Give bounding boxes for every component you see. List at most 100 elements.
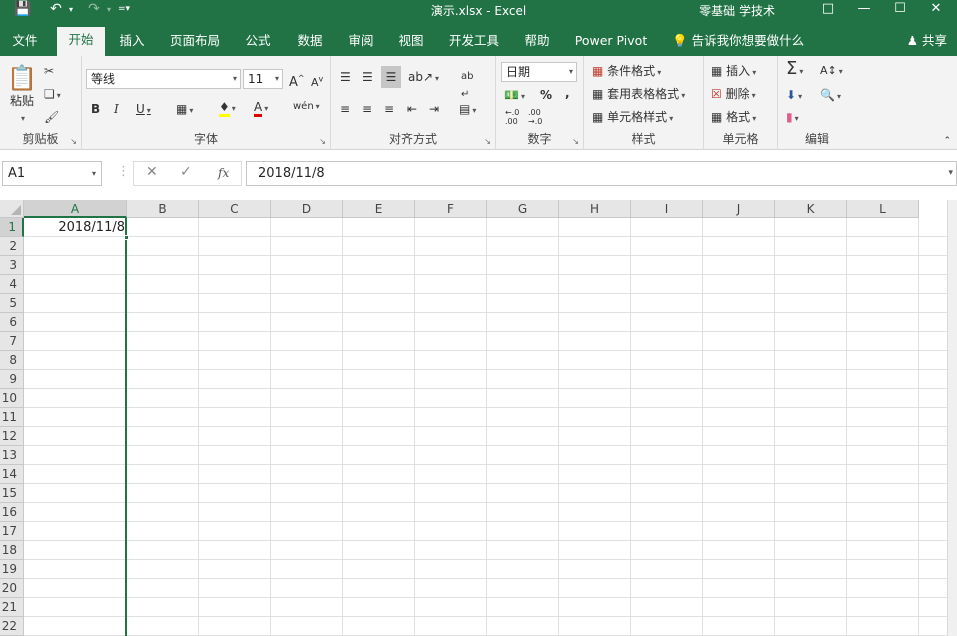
increase-indent-button[interactable]: ⇥ [429,100,439,118]
formula-input[interactable]: 2018/11/8 ▾ [246,161,957,186]
autosum-button[interactable]: Σ ▾ [786,60,803,81]
column-header-l[interactable]: L [847,200,919,218]
comma-style-button[interactable]: , [565,84,570,102]
row-header-18[interactable]: 18 [0,541,24,560]
fill-color-button[interactable]: ♦ ▾ [219,98,236,118]
tab-home[interactable]: 开始 [57,27,105,56]
name-box[interactable]: A1 ▾ [2,161,102,186]
row-header-6[interactable]: 6 [0,313,24,332]
column-header-e[interactable]: E [343,200,415,218]
user-name[interactable]: 零基础 学技术 [699,2,775,19]
row-header-15[interactable]: 15 [0,484,24,503]
format-painter-button[interactable]: 🖌 [44,108,59,126]
percent-style-button[interactable]: % [540,86,552,104]
clear-button[interactable]: ▮ ▾ [786,108,799,128]
column-header-k[interactable]: K [775,200,847,218]
dialog-launcher-icon[interactable]: ↘ [572,137,579,146]
row-header-22[interactable]: 22 [0,617,24,636]
row-header-21[interactable]: 21 [0,598,24,617]
tab-help[interactable]: 帮助 [516,28,558,56]
column-header-d[interactable]: D [271,200,343,218]
column-header-f[interactable]: F [415,200,487,218]
row-header-17[interactable]: 17 [0,522,24,541]
cell-styles-button[interactable]: ▦ 单元格样式 ▾ [592,108,673,128]
row-header-9[interactable]: 9 [0,370,24,389]
column-header-a[interactable]: A [24,200,127,218]
insert-function-icon[interactable]: fx [218,166,229,180]
row-header-5[interactable]: 5 [0,294,24,313]
font-name-combo[interactable]: 等线 ▾ [86,69,241,89]
row-header-4[interactable]: 4 [0,275,24,294]
font-size-combo[interactable]: 11 ▾ [243,69,283,89]
increase-decimal-button[interactable]: ←.0.00 [505,108,519,126]
column-header-g[interactable]: G [487,200,559,218]
row-header-3[interactable]: 3 [0,256,24,275]
cancel-icon[interactable]: ✕ [146,164,158,180]
maximize-icon[interactable]: ☐ [883,0,917,19]
format-cells-button[interactable]: ▦ 格式 ▾ [711,108,756,128]
increase-font-size-button[interactable]: A^ [289,70,305,92]
tab-view[interactable]: 视图 [390,28,432,56]
conditional-formatting-button[interactable]: ▦ 条件格式 ▾ [592,62,661,82]
underline-button[interactable]: U ▾ [136,100,151,120]
row-header-1[interactable]: 1 [0,218,24,237]
tab-data[interactable]: 数据 [289,28,331,56]
row-header-11[interactable]: 11 [0,408,24,427]
enter-icon[interactable]: ✓ [180,164,192,180]
vertical-scrollbar[interactable] [947,200,957,636]
tab-formulas[interactable]: 公式 [237,28,279,56]
dialog-launcher-icon[interactable]: ↘ [319,137,326,146]
delete-cells-button[interactable]: ☒ 删除 ▾ [711,85,756,105]
row-header-13[interactable]: 13 [0,446,24,465]
close-icon[interactable]: ✕ [919,0,953,19]
decrease-font-size-button[interactable]: Av [311,70,323,92]
tab-review[interactable]: 审阅 [340,28,382,56]
share-button[interactable]: ♟ 共享 [907,28,947,54]
font-color-button[interactable]: A ▾ [254,98,268,118]
align-bottom-button[interactable]: ☰ [381,66,401,88]
row-header-2[interactable]: 2 [0,237,24,256]
fill-button[interactable]: ⬇ ▾ [786,86,802,106]
wrap-text-button[interactable]: ab ↵ [461,68,473,104]
decrease-decimal-button[interactable]: .00 →.0 [528,108,542,126]
paste-button[interactable]: 📋 粘贴 ▾ [6,64,38,128]
dialog-launcher-icon[interactable]: ↘ [484,137,491,146]
align-right-button[interactable]: ≡ [384,100,394,118]
row-header-14[interactable]: 14 [0,465,24,484]
insert-cells-button[interactable]: ▦ 插入 ▾ [711,62,756,82]
align-left-button[interactable]: ≡ [340,100,350,118]
borders-button[interactable]: ▦ ▾ [176,100,193,120]
accounting-format-button[interactable]: 💵 ▾ [504,86,525,106]
tab-power-pivot[interactable]: Power Pivot [570,28,652,56]
italic-button[interactable]: I [114,100,119,118]
orientation-button[interactable]: ab↗ ▾ [408,68,439,88]
column-header-c[interactable]: C [199,200,271,218]
tab-developer[interactable]: 开发工具 [444,28,504,56]
row-header-20[interactable]: 20 [0,579,24,598]
row-header-8[interactable]: 8 [0,351,24,370]
row-header-12[interactable]: 12 [0,427,24,446]
decrease-indent-button[interactable]: ⇤ [407,100,417,118]
tab-insert[interactable]: 插入 [111,28,153,56]
align-top-button[interactable]: ☰ [340,68,351,86]
number-format-combo[interactable]: 日期 ▾ [501,62,577,82]
expand-formula-bar-icon[interactable]: ▾ [948,162,953,185]
dialog-launcher-icon[interactable]: ↘ [70,137,77,146]
column-header-j[interactable]: J [703,200,775,218]
row-header-7[interactable]: 7 [0,332,24,351]
merge-center-button[interactable]: ▤ ▾ [459,100,476,120]
sort-filter-button[interactable]: A↕ ▾ [820,62,843,81]
align-center-button[interactable]: ≡ [362,100,372,118]
fill-handle[interactable] [124,235,129,240]
formula-bar-grip[interactable]: ⋮ [117,164,130,179]
row-header-16[interactable]: 16 [0,503,24,522]
collapse-ribbon-icon[interactable]: ⌃ [943,132,951,150]
align-middle-button[interactable]: ☰ [362,68,373,86]
row-header-19[interactable]: 19 [0,560,24,579]
tell-me-search[interactable]: 💡 告诉我你想要做什么 [672,28,804,54]
cut-button[interactable]: ✂ [44,62,54,80]
column-header-i[interactable]: I [631,200,703,218]
column-header-h[interactable]: H [559,200,631,218]
bold-button[interactable]: B [91,100,100,118]
minimize-icon[interactable]: — [847,0,881,19]
